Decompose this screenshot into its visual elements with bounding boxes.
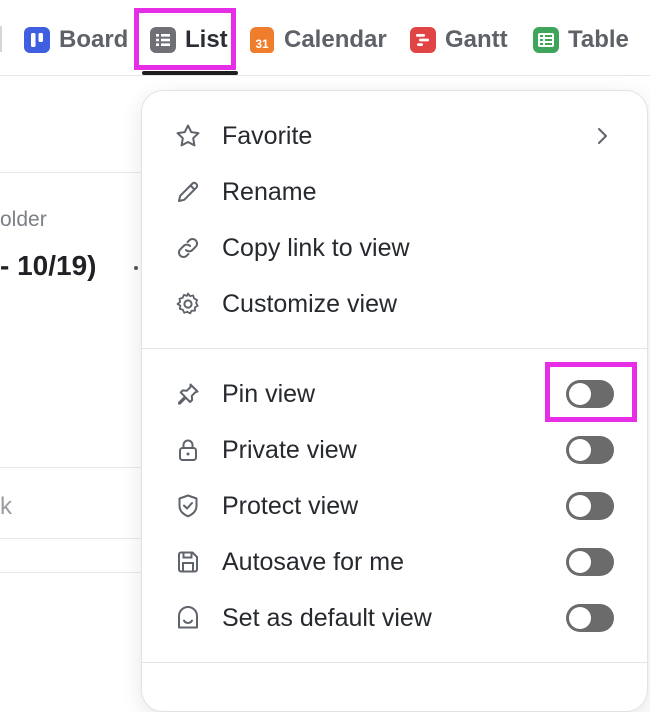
default-view-toggle[interactable] <box>566 604 614 632</box>
menu-item-private-view[interactable]: Private view <box>142 422 647 478</box>
calendar-icon-text: 31 <box>255 37 269 51</box>
menu-item-label: Customize view <box>222 289 398 318</box>
more-dot <box>134 266 138 270</box>
toggle-knob <box>569 495 591 517</box>
menu-item-label: Autosave for me <box>222 547 405 576</box>
private-view-toggle[interactable] <box>566 436 614 464</box>
tab-label: Gantt <box>445 26 508 53</box>
date-range-text: - 10/19) <box>0 250 97 281</box>
default-view-icon <box>174 604 202 632</box>
autosave-toggle[interactable] <box>566 548 614 576</box>
toggle-knob <box>569 607 591 629</box>
folder-label: older <box>0 208 47 231</box>
list-tab-highlight <box>134 8 236 70</box>
pin-toggle-highlight <box>545 362 637 422</box>
chevron-right-icon <box>588 122 616 150</box>
menu-item-label: Protect view <box>222 491 359 520</box>
menu-item-label: Private view <box>222 435 357 464</box>
board-icon <box>24 27 50 53</box>
divider <box>0 172 160 173</box>
menu-item-label: Favorite <box>222 121 313 150</box>
pencil-icon <box>174 178 202 206</box>
tab-gantt[interactable]: Gantt <box>410 22 508 58</box>
pin-icon <box>174 380 202 408</box>
gear-icon <box>174 290 202 318</box>
save-icon <box>174 548 202 576</box>
toggle-knob <box>569 551 591 573</box>
menu-item-label: Copy link to view <box>222 233 410 262</box>
active-tab-indicator <box>142 71 238 75</box>
menu-separator <box>142 348 647 349</box>
menu-item-label: Rename <box>222 177 317 206</box>
menu-item-label: Pin view <box>222 379 316 408</box>
tab-calendar[interactable]: 31 Calendar <box>250 22 387 58</box>
link-icon <box>174 234 202 262</box>
menu-item-label: Set as default view <box>222 603 432 632</box>
menu-separator <box>142 662 647 663</box>
protect-view-toggle[interactable] <box>566 492 614 520</box>
table-icon <box>533 27 559 53</box>
menu-item-favorite[interactable]: Favorite <box>142 108 647 164</box>
menu-item-protect-view[interactable]: Protect view <box>142 478 647 534</box>
divider <box>0 572 160 573</box>
menu-item-rename[interactable]: Rename <box>142 164 647 220</box>
menu-item-default-view[interactable]: Set as default view <box>142 590 647 646</box>
divider <box>0 538 160 539</box>
divider <box>0 467 160 468</box>
gantt-icon <box>410 27 436 53</box>
tab-table[interactable]: Table <box>533 22 629 58</box>
star-icon <box>174 122 202 150</box>
background-fragment: k <box>0 493 12 520</box>
menu-item-customize-view[interactable]: Customize view <box>142 276 647 332</box>
view-tabs-bar: Board List 31 Calendar Gantt Table <box>0 0 650 76</box>
tab-label: Table <box>568 26 629 53</box>
lock-icon <box>174 436 202 464</box>
divider <box>0 26 2 52</box>
shield-icon <box>174 492 202 520</box>
menu-item-autosave[interactable]: Autosave for me <box>142 534 647 590</box>
tab-label: Board <box>59 26 129 53</box>
toggle-knob <box>569 439 591 461</box>
tab-label: Calendar <box>284 26 387 53</box>
tab-board[interactable]: Board <box>24 22 128 58</box>
calendar-icon: 31 <box>250 27 274 53</box>
menu-item-copy-link[interactable]: Copy link to view <box>142 220 647 276</box>
